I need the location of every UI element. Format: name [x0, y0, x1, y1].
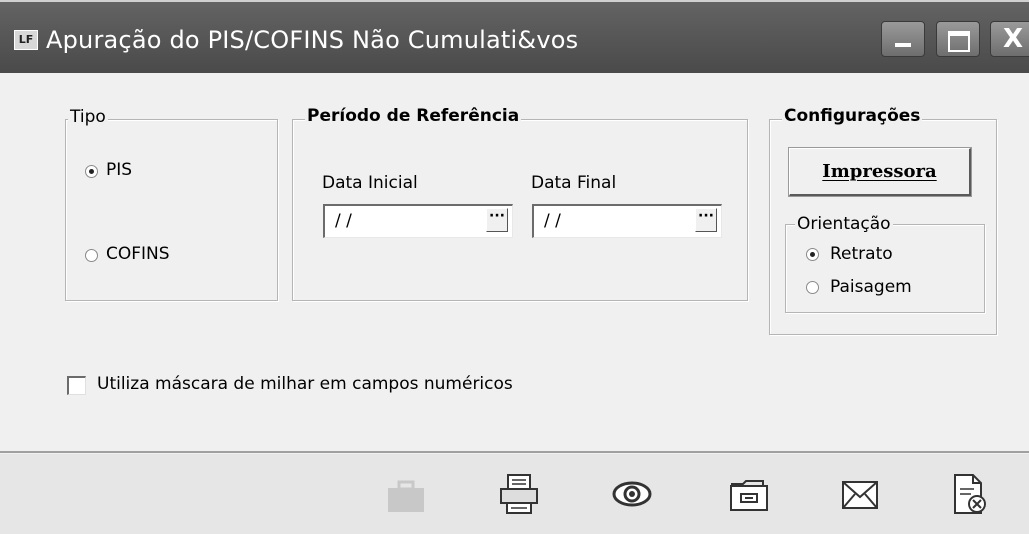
radio-paisagem-label[interactable]: Paisagem [830, 277, 912, 297]
radio-cofins-label[interactable]: COFINS [106, 244, 170, 264]
impressora-button[interactable]: Impressora [788, 147, 972, 197]
data-inicial-input[interactable]: / / ··· [323, 204, 513, 238]
title-bar[interactable]: LF Apuração do PIS/COFINS Não Cumulati&v… [0, 0, 1029, 73]
app-icon: LF [14, 30, 38, 50]
orientacao-group [785, 224, 985, 313]
periodo-legend: Período de Referência [305, 106, 522, 126]
printer-icon[interactable] [497, 472, 541, 516]
radio-retrato[interactable] [806, 248, 819, 261]
data-inicial-picker-button[interactable]: ··· [486, 208, 508, 232]
mask-checkbox-label[interactable]: Utiliza máscara de milhar em campos numé… [97, 374, 513, 394]
radio-pis[interactable] [85, 165, 98, 178]
close-window-button[interactable]: X [990, 21, 1029, 57]
dialog-window: LF Apuração do PIS/COFINS Não Cumulati&v… [0, 0, 1029, 534]
close-icon: X [1003, 24, 1024, 54]
window-title: Apuração do PIS/COFINS Não Cumulati&vos [46, 26, 579, 54]
orientacao-legend: Orientação [795, 214, 893, 234]
briefcase-icon[interactable] [384, 472, 428, 516]
footer-divider [0, 451, 1029, 453]
data-final-label: Data Final [531, 173, 617, 193]
data-final-picker-button[interactable]: ··· [695, 208, 717, 232]
folder-icon[interactable] [727, 472, 771, 516]
data-inicial-value: / / [335, 211, 352, 231]
radio-pis-label[interactable]: PIS [106, 160, 132, 180]
radio-cofins[interactable] [85, 249, 98, 262]
radio-retrato-label[interactable]: Retrato [830, 244, 893, 264]
data-final-input[interactable]: / / ··· [532, 204, 722, 238]
configuracoes-legend: Configurações [782, 106, 923, 126]
mask-checkbox[interactable] [67, 376, 86, 395]
close-document-icon[interactable] [947, 472, 991, 516]
radio-paisagem[interactable] [806, 281, 819, 294]
tipo-legend: Tipo [68, 107, 108, 127]
data-inicial-label: Data Inicial [322, 173, 418, 193]
maximize-button[interactable] [936, 21, 980, 57]
data-final-value: / / [544, 211, 561, 231]
tipo-group [65, 119, 278, 301]
minimize-button[interactable] [881, 21, 925, 57]
eye-icon[interactable] [610, 472, 654, 516]
envelope-icon[interactable] [838, 472, 882, 516]
